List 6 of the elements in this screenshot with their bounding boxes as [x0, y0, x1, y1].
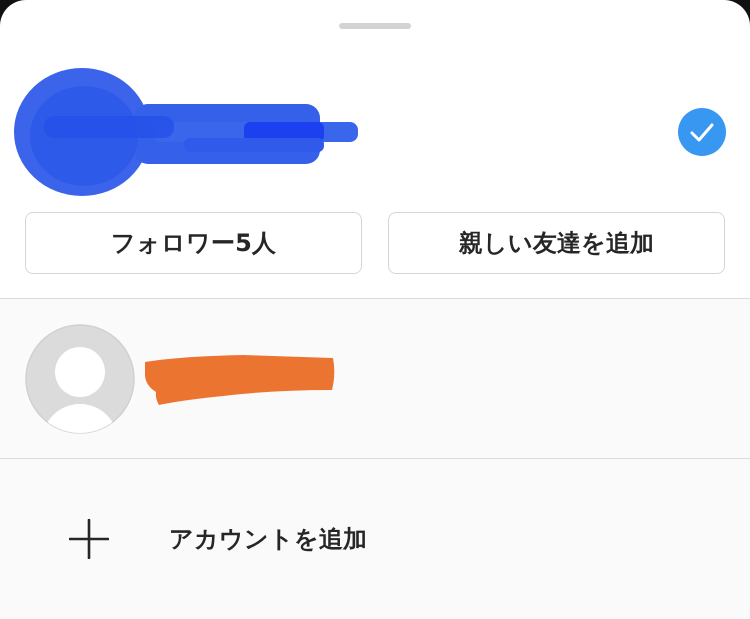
profile-action-button[interactable]: フォロワー5人	[25, 212, 362, 274]
drag-handle[interactable]	[339, 23, 411, 29]
plus-icon	[69, 519, 109, 559]
add-account-button[interactable]: アカウントを追加	[69, 519, 367, 559]
profile-action-button[interactable]: 親しい友達を追加	[388, 212, 725, 274]
account-row[interactable]	[0, 299, 750, 459]
